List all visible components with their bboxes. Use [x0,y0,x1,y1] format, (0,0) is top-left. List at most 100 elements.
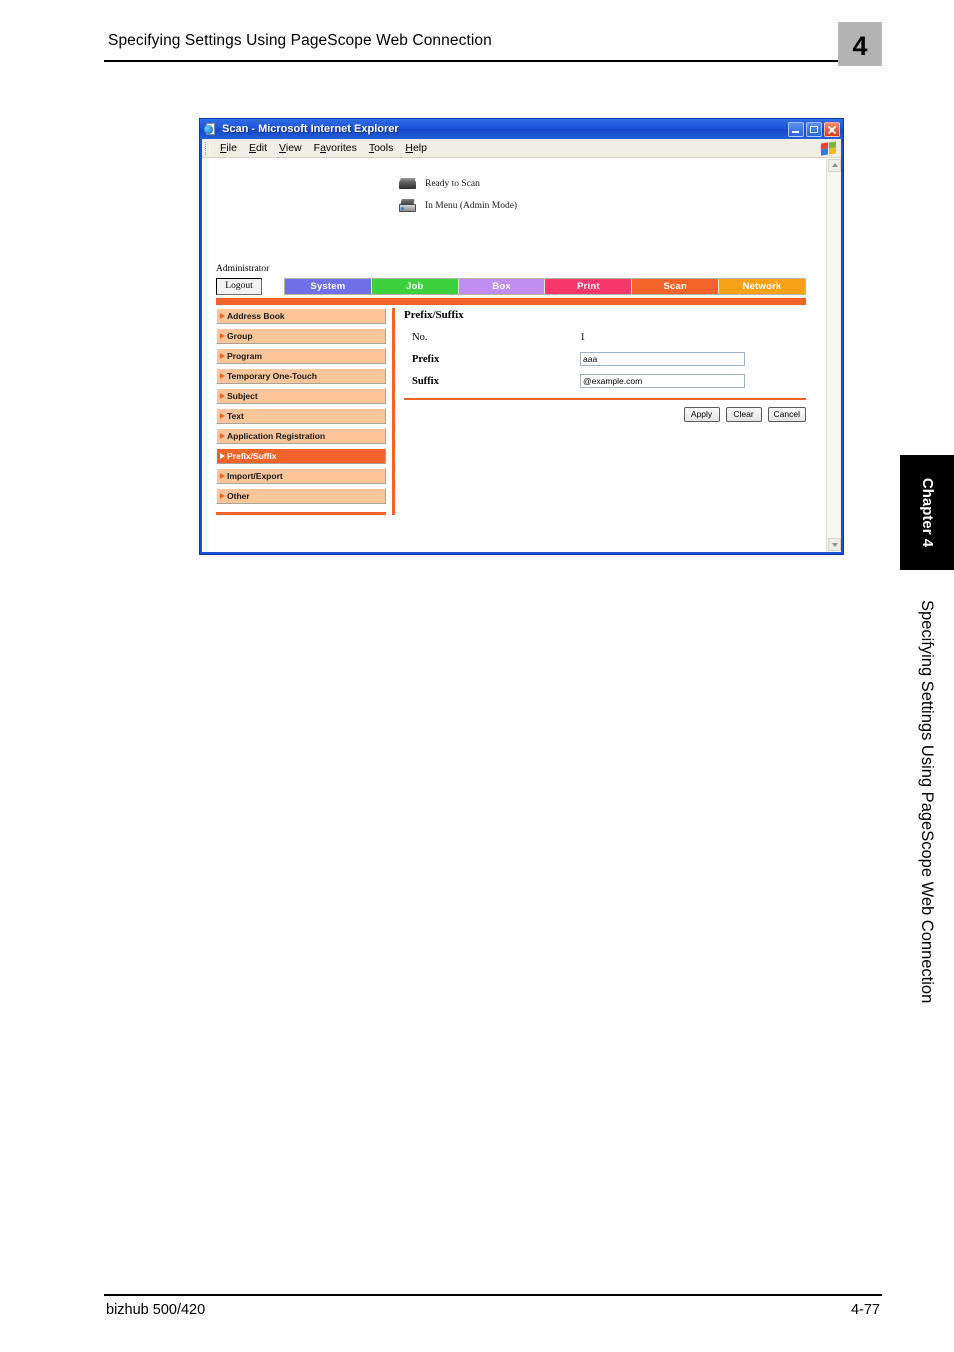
suffix-input[interactable] [580,374,745,388]
windows-flag-icon [820,141,837,156]
sidebar-item-label: Other [227,491,250,501]
sidebar-item-text[interactable]: Text [216,408,386,424]
scroll-up-icon[interactable] [828,159,841,172]
menu-item-view[interactable]: View [273,141,308,155]
sidebar-item-subject[interactable]: Subject [216,388,386,404]
bullet-arrow-icon [220,333,225,339]
nav-tab-network[interactable]: Network [719,279,805,294]
footer-rule [104,1294,882,1296]
sidebar-item-label: Subject [227,391,258,401]
sidebar-item-program[interactable]: Program [216,348,386,364]
status-row-mode: In Menu (Admin Mode) [398,196,698,216]
browser-window: Scan - Microsoft Internet Explorer File … [199,118,844,555]
nav-tab-print[interactable]: Print [545,279,633,294]
field-label-suffix: Suffix [412,375,439,387]
sidebar-item-label: Application Registration [227,431,326,441]
sidebar-item-label: Prefix/Suffix [227,451,277,461]
prefix-input[interactable] [580,352,745,366]
bullet-arrow-icon [220,433,225,439]
sidebar-item-other[interactable]: Other [216,488,386,504]
sidebar-item-label: Import/Export [227,471,283,481]
vertical-scrollbar[interactable] [826,158,841,552]
scanner-icon [398,176,418,192]
sidebar-item-address-book[interactable]: Address Book [216,308,386,324]
sidebar-menu: Address Book Group Program Temporary One… [216,308,386,515]
browser-viewport: Ready to Scan In Menu (Admin Mode) Admin… [202,158,841,552]
bullet-arrow-icon [220,353,225,359]
nav-tab-job[interactable]: Job [371,279,459,294]
form-row-prefix: Prefix [404,349,806,369]
window-controls [788,121,840,137]
sidebar-item-label: Temporary One-Touch [227,371,317,381]
device-status-block: Ready to Scan In Menu (Admin Mode) [398,174,698,218]
field-label-prefix: Prefix [412,353,440,365]
section-title: Prefix/Suffix [404,309,464,321]
cancel-button[interactable]: Cancel [767,407,806,422]
nav-tab-scan[interactable]: Scan [632,279,720,294]
page-title: Specifying Settings Using PageScope Web … [108,32,492,49]
top-navigation: Logout System Job Box Print Scan Network [216,278,806,295]
menu-item-favorites[interactable]: Favorites [308,141,363,155]
chapter-tab: Chapter 4 [900,455,954,570]
sidebar-item-label: Program [227,351,262,361]
chapter-number-badge: 4 [838,22,882,66]
sidebar-item-import-export[interactable]: Import/Export [216,468,386,484]
clear-button[interactable]: Clear [725,407,762,422]
page-body: Address Book Group Program Temporary One… [216,308,806,515]
browser-title: Scan - Microsoft Internet Explorer [222,123,399,135]
form-separator [404,398,806,400]
sidebar-item-label: Group [227,331,253,341]
bullet-arrow-icon [220,413,225,419]
nav-tab-list: System Job Box Print Scan Network [284,278,806,295]
bullet-arrow-icon [220,393,225,399]
accent-bar [216,298,806,305]
pagescope-page: Ready to Scan In Menu (Admin Mode) Admin… [202,158,825,552]
minimize-icon[interactable] [788,121,804,137]
logout-button[interactable]: Logout [216,278,262,295]
sidebar-item-temporary-one-touch[interactable]: Temporary One-Touch [216,368,386,384]
main-content: Prefix/Suffix No. 1 Prefix Suffix [404,308,806,515]
maximize-icon[interactable] [806,121,822,137]
nav-gap [262,278,284,295]
sidebar-item-group[interactable]: Group [216,328,386,344]
footer-model: bizhub 500/420 [106,1302,206,1318]
apply-button[interactable]: Apply [683,407,720,422]
side-vertical-label: Specifying Settings Using PageScope Web … [900,600,954,1180]
browser-menubar: File Edit View Favorites Tools Help [202,139,841,158]
bullet-arrow-icon [220,473,225,479]
page-footer: bizhub 500/420 4-77 [104,1294,882,1334]
ie-document-icon [204,122,218,136]
chapter-number: 4 [852,31,868,61]
field-value-no: 1 [580,331,586,343]
sidebar-item-label: Text [227,411,244,421]
nav-tab-system[interactable]: System [285,279,372,294]
side-vertical-label-text: Specifying Settings Using PageScope Web … [918,600,936,1004]
content-divider [392,308,395,515]
status-row-scan: Ready to Scan [398,174,698,194]
bullet-arrow-icon [220,373,225,379]
printer-icon [398,198,418,214]
page-header: Specifying Settings Using PageScope Web … [104,28,864,70]
menu-item-help[interactable]: Help [399,141,433,155]
form-actions: Apply Clear Cancel [404,407,806,422]
menu-item-file[interactable]: File [214,141,243,155]
sidebar-item-prefix-suffix[interactable]: Prefix/Suffix [216,448,386,464]
bullet-arrow-icon [220,313,225,319]
bullet-arrow-icon [220,493,225,499]
header-rule [104,60,864,62]
sidebar-item-label: Address Book [227,311,285,321]
nav-tab-box[interactable]: Box [458,279,546,294]
menubar-grip[interactable] [205,141,210,155]
scroll-down-icon[interactable] [828,538,841,551]
browser-titlebar: Scan - Microsoft Internet Explorer [200,119,843,139]
form-row-suffix: Suffix [404,371,806,391]
footer-page-number: 4-77 [850,1302,880,1318]
close-icon[interactable] [824,121,840,137]
form-row-no: No. 1 [404,327,806,347]
sidebar-item-application-registration[interactable]: Application Registration [216,428,386,444]
chapter-tab-label: Chapter 4 [919,477,936,548]
bullet-arrow-icon [220,453,225,459]
menu-item-tools[interactable]: Tools [363,141,400,155]
status-text-scan: Ready to Scan [425,179,480,189]
menu-item-edit[interactable]: Edit [243,141,273,155]
